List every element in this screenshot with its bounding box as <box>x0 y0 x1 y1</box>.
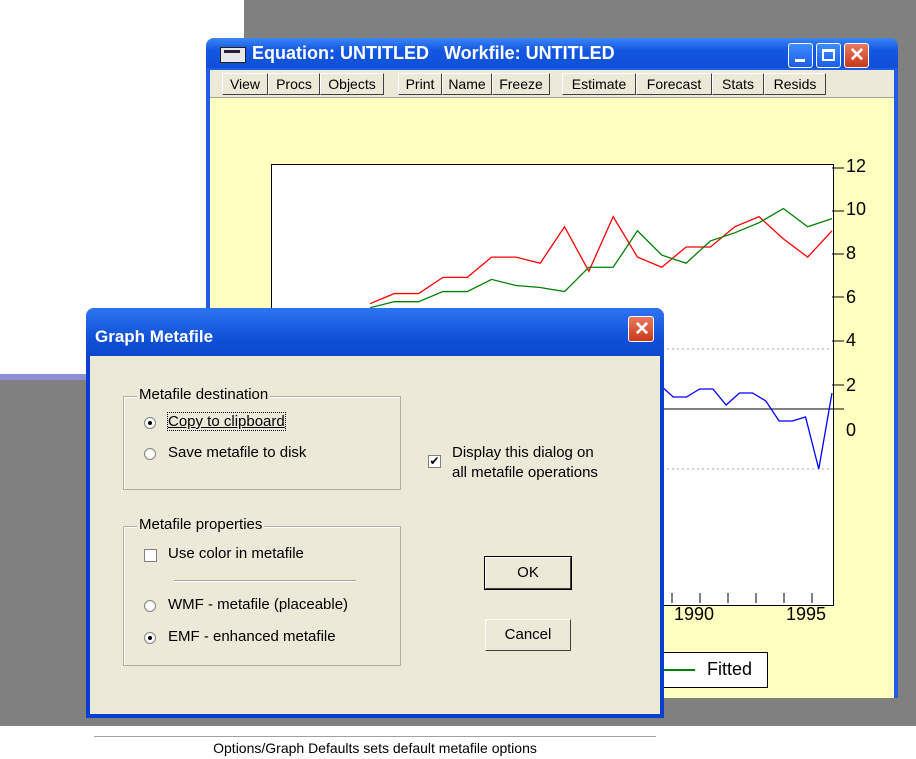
fitted-series-line <box>369 207 833 309</box>
emf-label[interactable]: EMF - enhanced metafile <box>168 628 336 645</box>
y-tick-label-4: 4 <box>846 330 857 350</box>
residual-series-line <box>659 384 833 470</box>
dialog-body: Metafile destination Copy to clipboard S… <box>90 356 660 756</box>
x-tick-label-1990: 1990 <box>674 604 715 624</box>
use-color-label[interactable]: Use color in metafile <box>168 545 304 562</box>
graph-metafile-dialog: Graph Metafile ✕ Metafile destination Co… <box>86 308 664 756</box>
copy-clipboard-label[interactable]: Copy to clipboard <box>167 412 286 431</box>
copy-clipboard-radio[interactable] <box>144 417 156 429</box>
wmf-radio[interactable] <box>144 600 156 612</box>
cancel-button[interactable]: Cancel <box>485 619 571 651</box>
legend-label-fitted: Fitted <box>707 659 753 679</box>
wmf-label[interactable]: WMF - metafile (placeable) <box>168 596 348 613</box>
emf-radio[interactable] <box>144 632 156 644</box>
close-icon: ✕ <box>634 319 650 340</box>
y-tick-label-0: 0 <box>846 420 857 440</box>
y-tick-label-2: 2 <box>846 375 857 395</box>
use-color-checkbox[interactable] <box>144 549 157 562</box>
dialog-titlebar[interactable]: Graph Metafile ✕ <box>86 308 664 362</box>
dialog-close-button[interactable]: ✕ <box>628 316 654 342</box>
y-axis-ticks <box>832 167 844 410</box>
x-tick-label-1995: 1995 <box>786 604 827 624</box>
dialog-title: Graph Metafile <box>95 327 214 346</box>
ok-button[interactable]: OK <box>484 556 572 590</box>
y-tick-label-10: 10 <box>846 199 867 219</box>
y-tick-label-8: 8 <box>846 243 857 263</box>
display-dialog-label-line2[interactable]: all metafile operations <box>452 464 598 481</box>
x-axis-ticks <box>671 593 813 603</box>
y-tick-label-12: 12 <box>846 156 867 176</box>
save-disk-radio[interactable] <box>144 448 156 460</box>
metafile-destination-group <box>123 396 401 490</box>
dialog-status-text: Options/Graph Defaults sets default meta… <box>94 736 656 759</box>
display-dialog-label-line1[interactable]: Display this dialog on <box>452 444 594 461</box>
display-dialog-checkbox[interactable]: ✔ <box>428 455 441 468</box>
y-tick-label-6: 6 <box>846 287 857 307</box>
actual-series-line <box>369 215 833 305</box>
properties-divider <box>174 580 356 582</box>
metafile-destination-label: Metafile destination <box>137 386 271 403</box>
save-disk-label[interactable]: Save metafile to disk <box>168 444 306 461</box>
metafile-properties-label: Metafile properties <box>137 516 265 533</box>
